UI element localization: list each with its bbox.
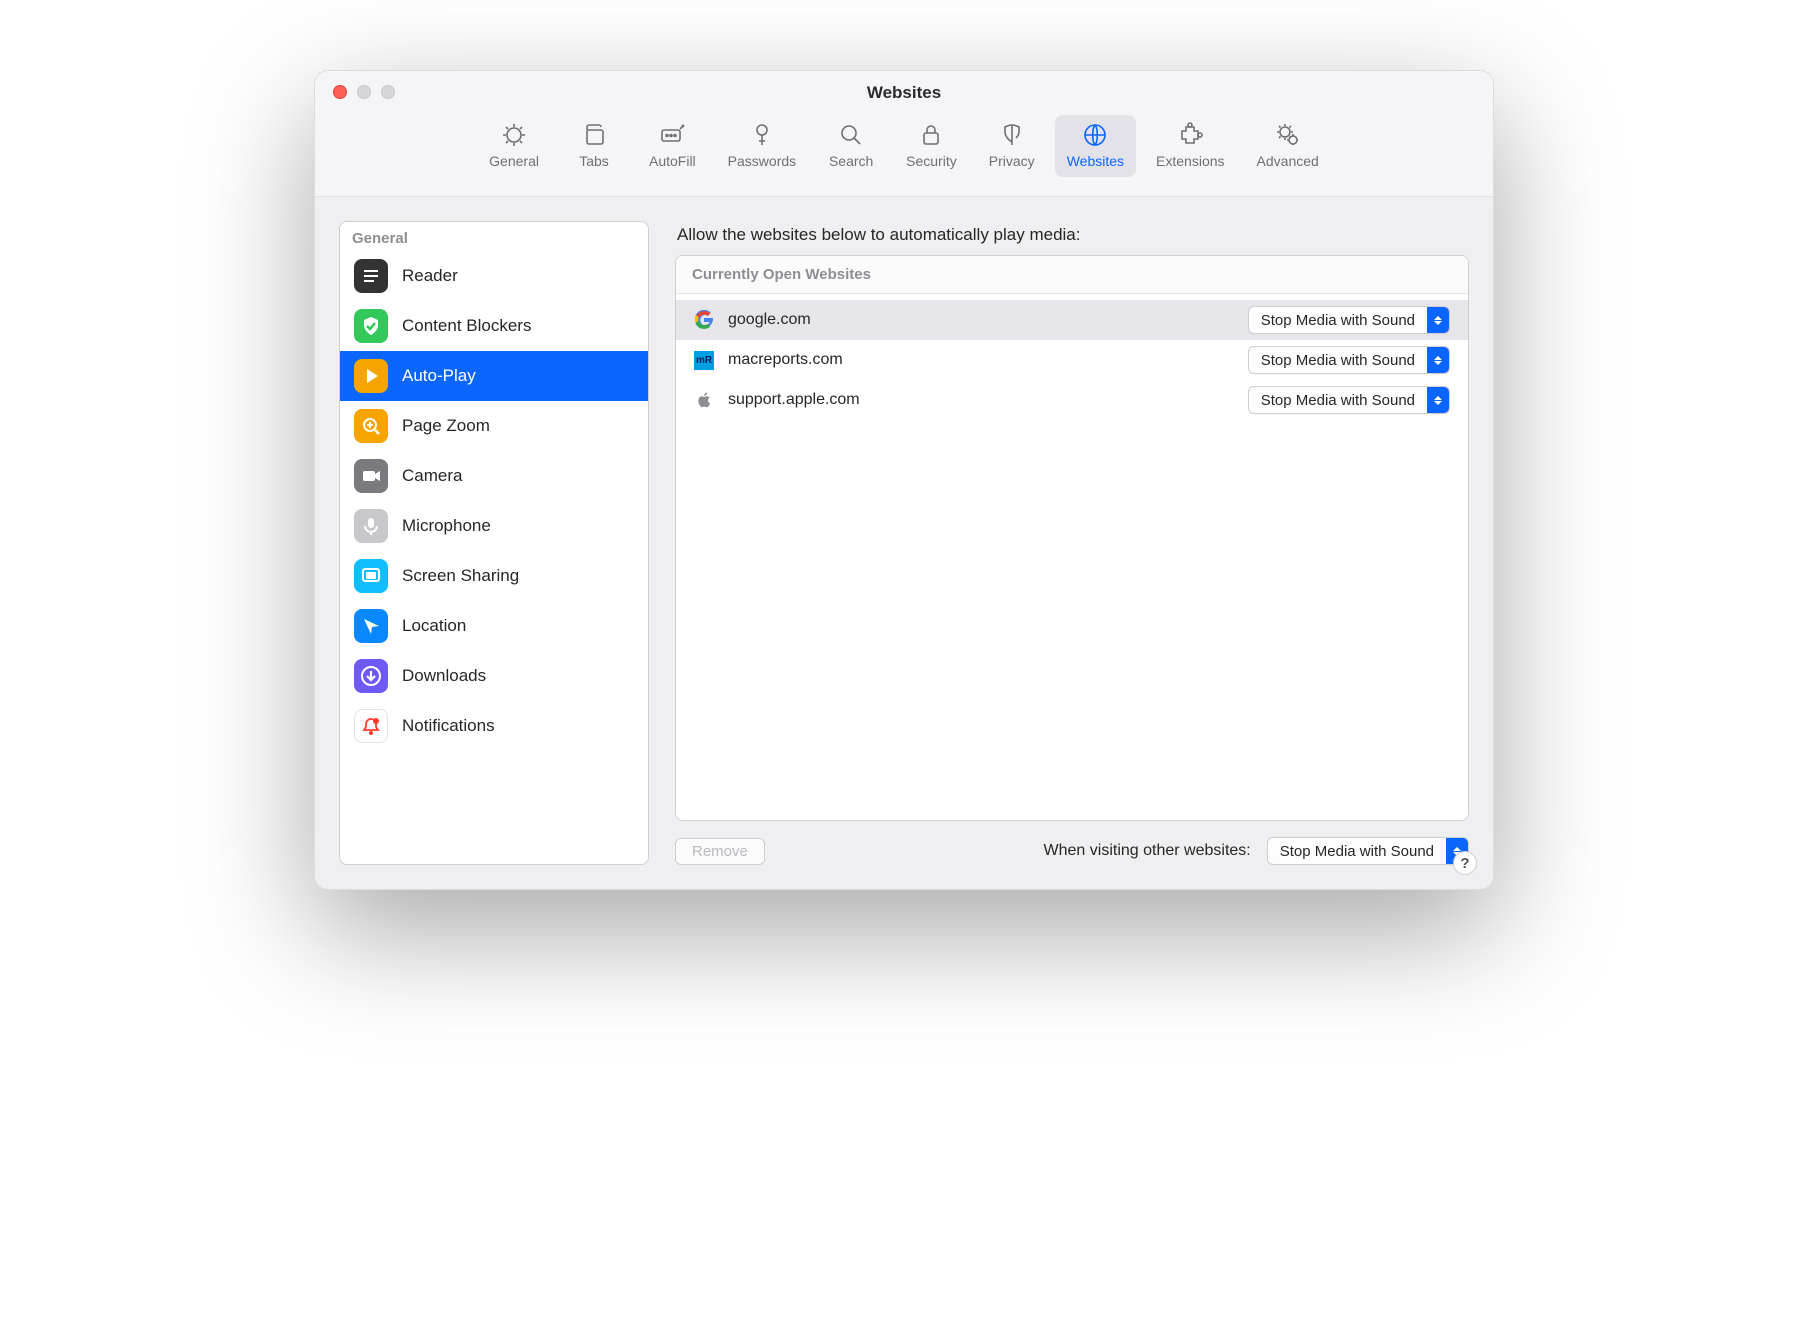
popup-arrows-icon — [1427, 347, 1449, 373]
window-controls — [333, 85, 395, 99]
preferences-window: Websites General Tabs AutoFill Passwords Sea… — [314, 70, 1494, 890]
download-icon — [354, 659, 388, 693]
shield-icon — [354, 309, 388, 343]
bell-icon — [354, 709, 388, 743]
toolbar-tab-search[interactable]: Search — [816, 115, 886, 177]
website-setting-value: Stop Media with Sound — [1249, 392, 1427, 409]
window-title: Websites — [867, 83, 941, 103]
screen-icon — [354, 559, 388, 593]
website-domain: google.com — [728, 311, 1234, 329]
content-area: General Reader Content Blockers Auto-Play P… — [315, 197, 1493, 889]
other-websites-value: Stop Media with Sound — [1268, 843, 1446, 860]
autoplay-settings-panel: Allow the websites below to automaticall… — [675, 221, 1469, 865]
sidebar-item-label: Notifications — [402, 716, 495, 736]
website-setting-popup[interactable]: Stop Media with Sound — [1248, 306, 1450, 334]
toolbar-tab-label: Advanced — [1257, 153, 1319, 169]
mic-icon — [354, 509, 388, 543]
toolbar-tab-label: AutoFill — [649, 153, 696, 169]
sidebar-item-label: Content Blockers — [402, 316, 531, 336]
toolbar-tab-label: General — [489, 153, 539, 169]
favicon-google — [694, 311, 714, 330]
toolbar-tab-label: Privacy — [989, 153, 1035, 169]
toolbar-tab-tabs[interactable]: Tabs — [559, 115, 629, 177]
close-window-button[interactable] — [333, 85, 347, 99]
toolbar-tab-extensions[interactable]: Extensions — [1144, 115, 1236, 177]
toolbar-tab-autofill[interactable]: AutoFill — [637, 115, 708, 177]
sidebar-item-notifications[interactable]: Notifications — [340, 701, 648, 751]
sidebar-item-label: Camera — [402, 466, 462, 486]
sidebar-item-screen[interactable]: Screen Sharing — [340, 551, 648, 601]
sidebar-item-downloads[interactable]: Downloads — [340, 651, 648, 701]
sidebar-item-label: Microphone — [402, 516, 491, 536]
sidebar-item-label: Downloads — [402, 666, 486, 686]
help-button[interactable]: ? — [1453, 851, 1477, 875]
sidebar-item-label: Page Zoom — [402, 416, 490, 436]
toolbar-tab-label: Search — [829, 153, 873, 169]
toolbar-tab-label: Security — [906, 153, 957, 169]
toolbar-tab-label: Passwords — [728, 153, 796, 169]
website-setting-popup[interactable]: Stop Media with Sound — [1248, 346, 1450, 374]
play-icon — [354, 359, 388, 393]
preferences-toolbar: General Tabs AutoFill Passwords Search Securi… — [315, 115, 1493, 197]
website-domain: support.apple.com — [728, 391, 1234, 409]
list-icon — [354, 259, 388, 293]
toolbar-tab-label: Tabs — [579, 153, 609, 169]
titlebar: Websites — [315, 71, 1493, 115]
toolbar-tab-label: Extensions — [1156, 153, 1224, 169]
website-row[interactable]: mR macreports.com Stop Media with Sound — [676, 340, 1468, 380]
location-icon — [354, 609, 388, 643]
sidebar-item-location[interactable]: Location — [340, 601, 648, 651]
toolbar-tab-general[interactable]: General — [477, 115, 551, 177]
popup-arrows-icon — [1427, 307, 1449, 333]
toolbar-tab-privacy[interactable]: Privacy — [977, 115, 1047, 177]
sidebar-item-reader[interactable]: Reader — [340, 251, 648, 301]
panel-prompt: Allow the websites below to automaticall… — [677, 225, 1469, 245]
website-setting-value: Stop Media with Sound — [1249, 352, 1427, 369]
sidebar-item-autoplay[interactable]: Auto-Play — [340, 351, 648, 401]
toolbar-tab-label: Websites — [1067, 153, 1124, 169]
website-row[interactable]: support.apple.com Stop Media with Sound — [676, 380, 1468, 420]
sidebar-item-label: Reader — [402, 266, 458, 286]
sidebar-item-blockers[interactable]: Content Blockers — [340, 301, 648, 351]
favicon-mr: mR — [694, 351, 714, 370]
toolbar-tab-advanced[interactable]: Advanced — [1245, 115, 1331, 177]
sidebar-item-mic[interactable]: Microphone — [340, 501, 648, 551]
sidebar-section-header: General — [340, 222, 648, 251]
website-domain: macreports.com — [728, 351, 1234, 369]
panel-footer: Remove When visiting other websites: Sto… — [675, 821, 1469, 865]
website-row[interactable]: google.com Stop Media with Sound — [676, 300, 1468, 340]
sidebar-item-zoom[interactable]: Page Zoom — [340, 401, 648, 451]
website-setting-value: Stop Media with Sound — [1249, 312, 1427, 329]
zoom-icon — [354, 409, 388, 443]
website-setting-popup[interactable]: Stop Media with Sound — [1248, 386, 1450, 414]
sidebar-item-camera[interactable]: Camera — [340, 451, 648, 501]
websites-sidebar: General Reader Content Blockers Auto-Play P… — [339, 221, 649, 865]
zoom-window-button[interactable] — [381, 85, 395, 99]
minimize-window-button[interactable] — [357, 85, 371, 99]
toolbar-tab-security[interactable]: Security — [894, 115, 969, 177]
sidebar-item-label: Auto-Play — [402, 366, 476, 386]
sidebar-item-label: Screen Sharing — [402, 566, 519, 586]
favicon-apple — [694, 391, 714, 410]
sidebar-item-label: Location — [402, 616, 466, 636]
camera-icon — [354, 459, 388, 493]
other-websites-label: When visiting other websites: — [1044, 842, 1251, 860]
toolbar-tab-passwords[interactable]: Passwords — [716, 115, 808, 177]
open-websites-list: Currently Open Websites google.com Stop M… — [675, 255, 1469, 821]
remove-button[interactable]: Remove — [675, 838, 765, 865]
toolbar-tab-websites[interactable]: Websites — [1055, 115, 1136, 177]
other-websites-popup[interactable]: Stop Media with Sound — [1267, 837, 1469, 865]
list-header: Currently Open Websites — [676, 256, 1468, 294]
popup-arrows-icon — [1427, 387, 1449, 413]
